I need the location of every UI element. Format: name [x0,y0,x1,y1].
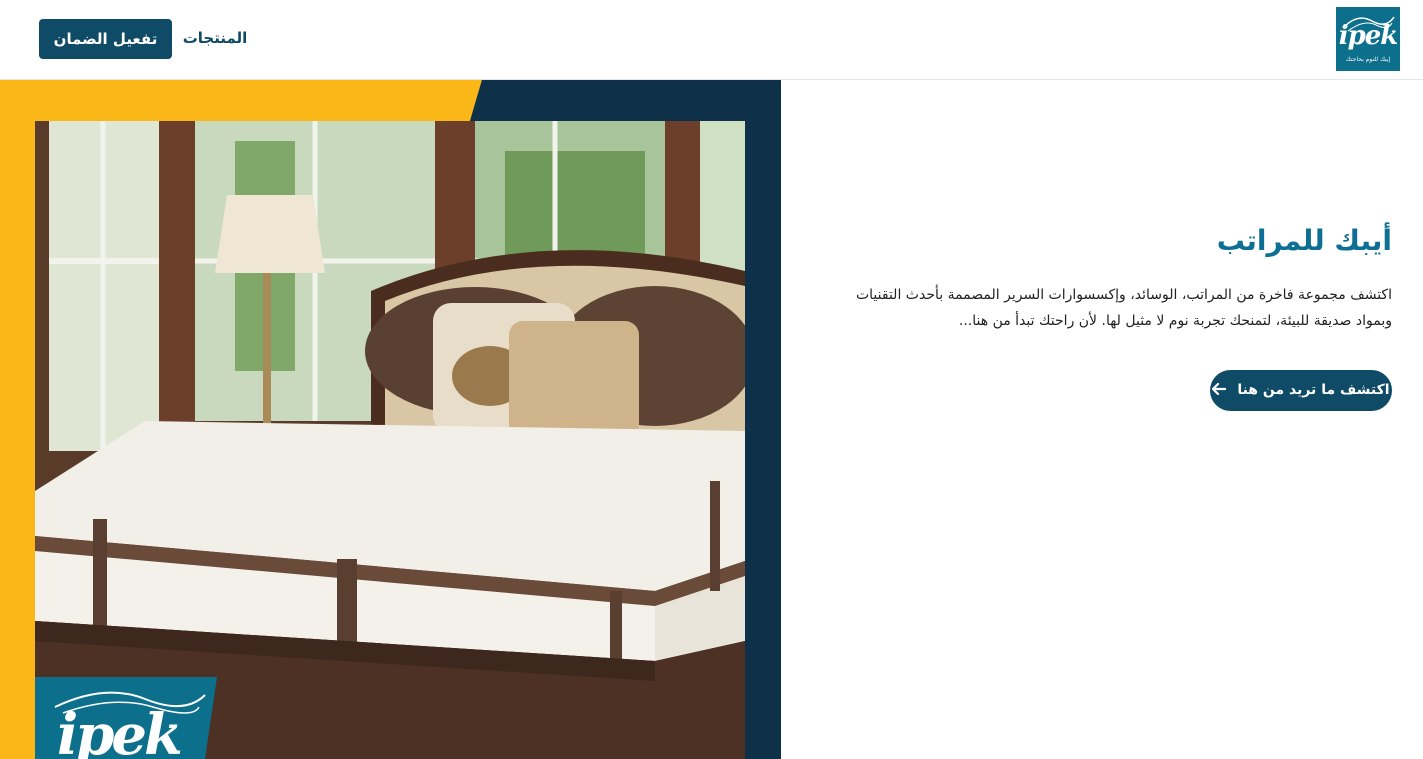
cta-label: اكتشف ما تريد من هنا [1237,382,1390,398]
site-header: تفعيل الضمان المنتجات ipek إيبك للنوم بح… [0,0,1423,80]
badge-wordmark: ipek [57,702,183,759]
discover-cta-button[interactable]: اكتشف ما تريد من هنا [1210,370,1392,411]
logo-tagline: إيبك للنوم بحاجتك [1345,56,1391,63]
logo-wordmark: ipek [1338,21,1399,51]
brand-logo[interactable]: ipek إيبك للنوم بحاجتك [1336,7,1400,71]
mattress-illustration [35,121,745,759]
bedroom-mattress-photo [35,121,745,759]
arrow-left-icon [1212,370,1227,411]
ipek-badge: ipek [35,677,217,759]
hero-image-panel: ipek [0,80,781,759]
hero-title: أيبك للمراتب [1216,224,1392,257]
hero-description: اكتشف مجموعة فاخرة من المراتب، الوسائد، … [855,287,1392,329]
hero-text-section: أيبك للمراتب اكتشف مجموعة فاخرة من المرا… [830,220,1392,334]
activate-warranty-button[interactable]: تفعيل الضمان [39,19,172,59]
nav-products-link[interactable]: المنتجات [180,29,250,47]
